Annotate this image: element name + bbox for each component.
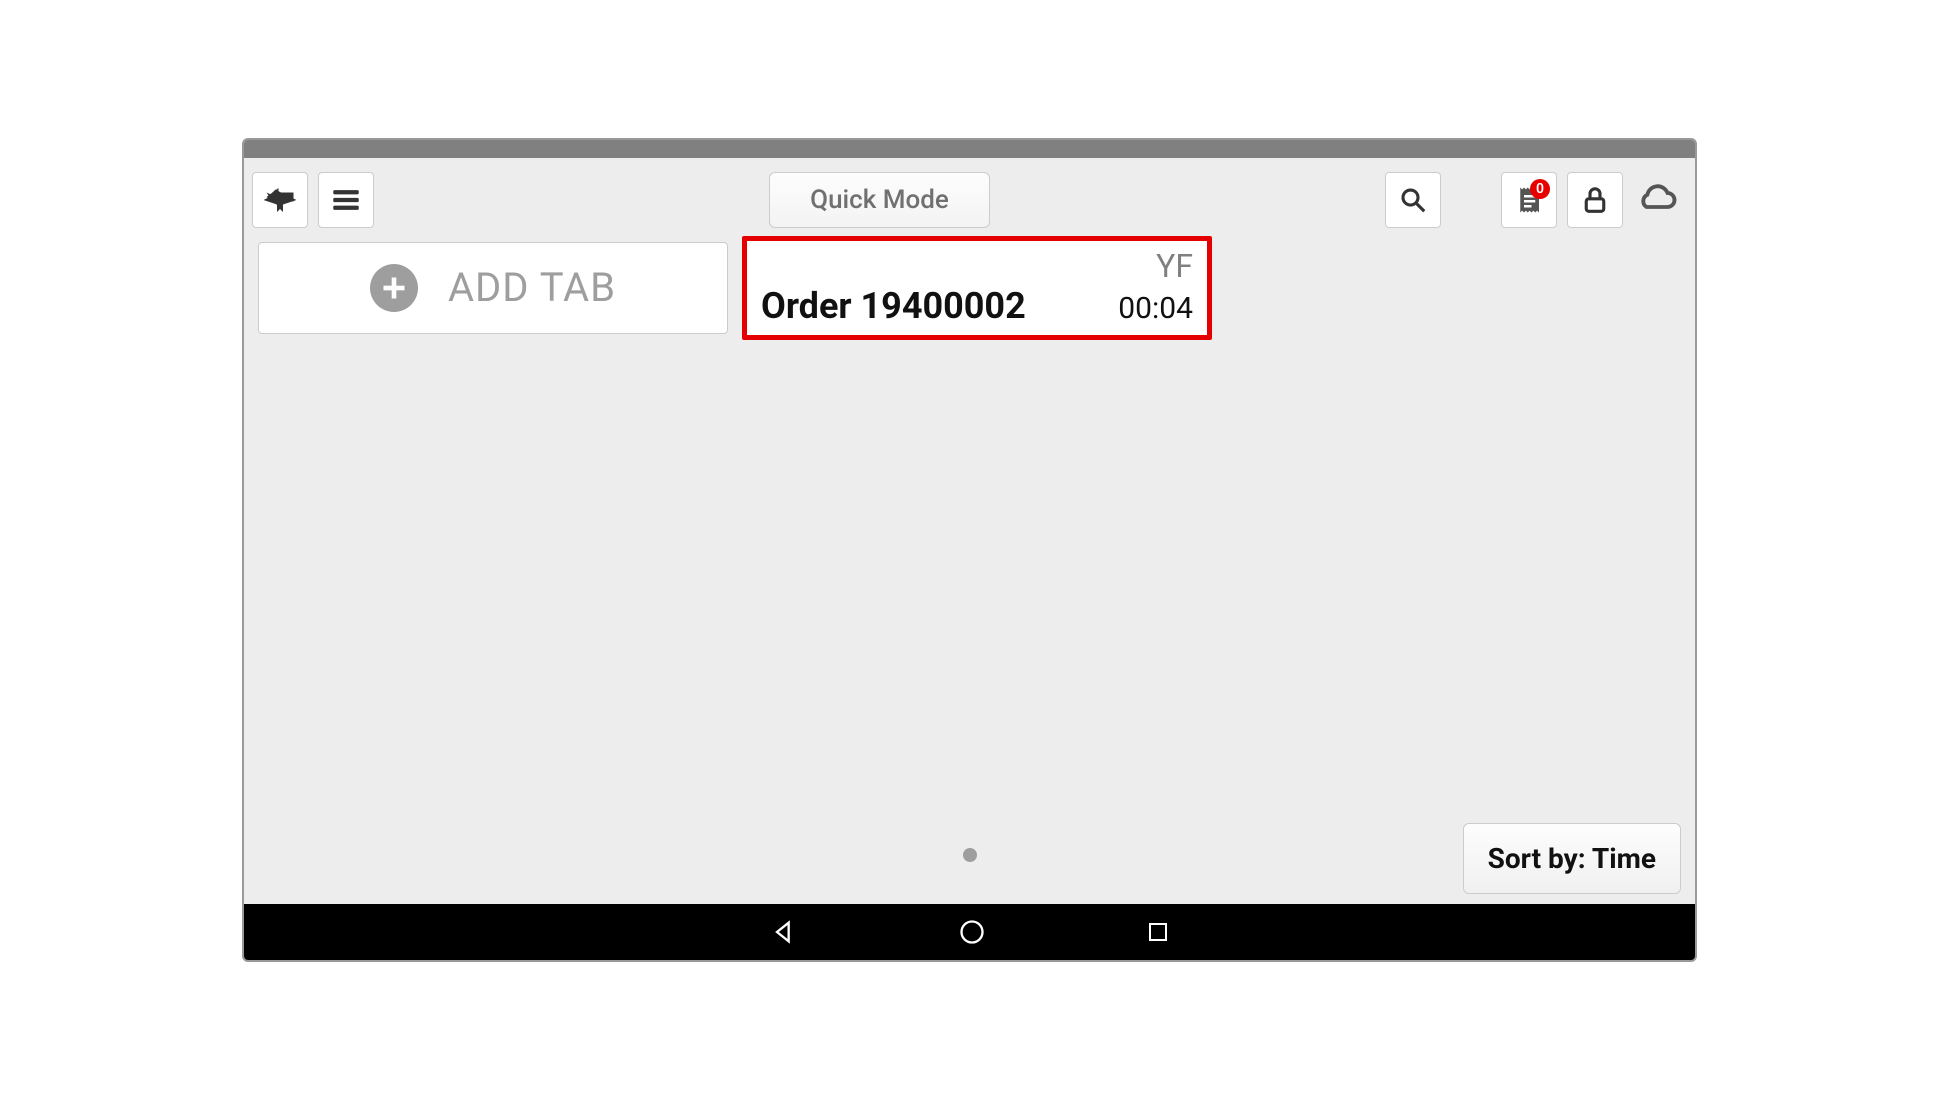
tabs-row: ADD TAB YF Order 19400002 00:04 (244, 242, 1695, 340)
add-tab-button[interactable]: ADD TAB (258, 242, 728, 334)
order-card-top: YF (761, 247, 1193, 285)
nav-recent-icon[interactable] (1146, 920, 1170, 944)
add-tab-label: ADD TAB (448, 264, 616, 311)
search-icon (1398, 185, 1428, 215)
cloud-status-icon (1633, 176, 1681, 224)
back-arrow-icon (262, 182, 298, 218)
receipts-button[interactable]: 0 (1501, 172, 1557, 228)
lock-button[interactable] (1567, 172, 1623, 228)
order-card[interactable]: YF Order 19400002 00:04 (742, 236, 1212, 340)
toolbar: Quick Mode (244, 158, 1695, 238)
toolbar-right: 0 (1385, 172, 1681, 228)
order-title: Order 19400002 (761, 285, 1026, 327)
nav-back-icon[interactable] (770, 918, 798, 946)
sort-label: Sort by: Time (1488, 842, 1656, 875)
hamburger-icon (329, 183, 363, 217)
content-area: Sort by: Time (244, 340, 1695, 904)
plus-icon (370, 264, 418, 312)
sort-button[interactable]: Sort by: Time (1463, 823, 1681, 894)
receipt-badge: 0 (1530, 179, 1550, 199)
order-elapsed-time: 00:04 (1118, 291, 1193, 326)
quick-mode-button[interactable]: Quick Mode (769, 172, 990, 228)
nav-home-icon[interactable] (958, 918, 986, 946)
lock-icon (1580, 185, 1610, 215)
menu-button[interactable] (318, 172, 374, 228)
order-initials: YF (1156, 247, 1193, 285)
status-bar (244, 140, 1695, 158)
back-button[interactable] (252, 172, 308, 228)
page-indicator-dot (963, 848, 977, 862)
quick-mode-label: Quick Mode (810, 185, 949, 215)
device-frame: Quick Mode (242, 138, 1697, 962)
order-card-bottom: Order 19400002 00:04 (761, 285, 1193, 327)
search-button[interactable] (1385, 172, 1441, 228)
android-nav-bar (244, 904, 1695, 960)
toolbar-center: Quick Mode (384, 172, 1375, 228)
